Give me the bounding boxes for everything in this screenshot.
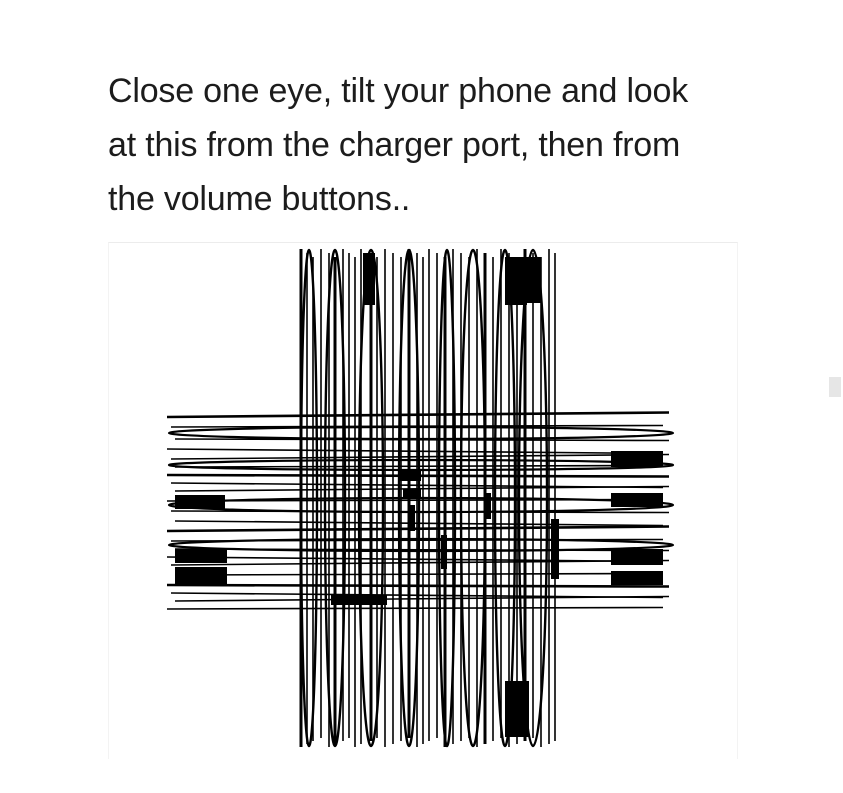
horizontal-block <box>611 451 663 467</box>
horizontal-stroke <box>174 595 670 602</box>
vertical-block <box>505 257 527 305</box>
post-caption: Close one eye, tilt your phone and look … <box>108 64 748 226</box>
centre-fragment <box>403 489 421 497</box>
horizontal-block <box>175 567 227 585</box>
horizontal-block <box>331 595 387 605</box>
horizontal-stroke <box>166 583 670 588</box>
horizontal-block <box>611 571 663 585</box>
horizontal-oval-stroke <box>167 425 675 441</box>
vertical-block <box>527 257 541 303</box>
horizontal-block <box>611 493 663 507</box>
horizontal-block <box>175 549 227 563</box>
vertical-block <box>363 253 375 305</box>
caption-line-2: at this from the charger port, then from <box>108 126 681 164</box>
horizontal-stroke <box>174 464 664 468</box>
vertical-block <box>505 681 529 737</box>
caption-line-1: Close one eye, tilt your phone and look <box>108 72 689 110</box>
horizontal-stroke <box>166 606 664 610</box>
horizontal-stroke <box>174 572 664 576</box>
centre-fragment <box>485 493 491 519</box>
caption-line-3: the volume buttons.. <box>108 180 411 218</box>
horizontal-stroke <box>166 448 664 455</box>
centre-fragment <box>399 471 421 481</box>
horizontal-stroke <box>170 559 670 566</box>
horizontal-stroke <box>174 485 670 492</box>
optical-illusion-image <box>108 242 738 759</box>
centre-fragment <box>441 535 447 569</box>
centre-fragment <box>409 505 415 531</box>
stretched-text-illusion <box>166 248 675 748</box>
scroll-indicator <box>829 377 841 397</box>
horizontal-block <box>175 495 225 509</box>
horizontal-block <box>611 549 663 565</box>
